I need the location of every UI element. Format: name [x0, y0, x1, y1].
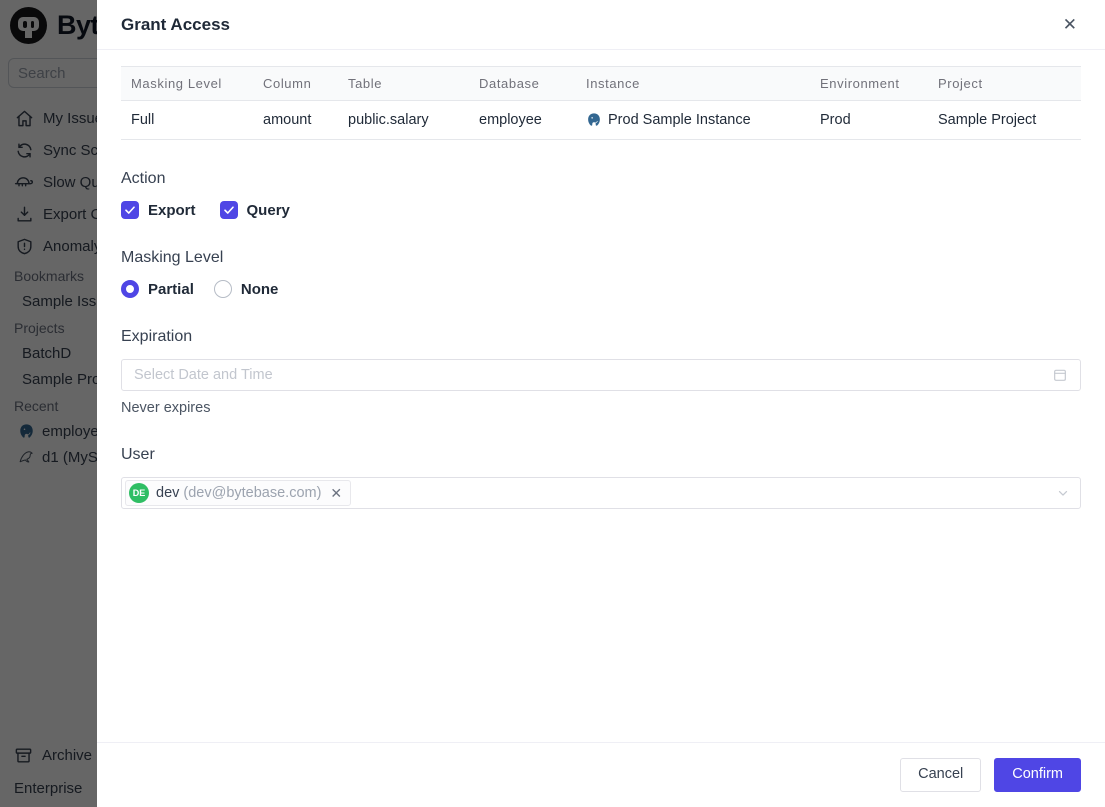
close-icon[interactable]: ✕ — [1063, 16, 1077, 33]
user-tag: DE dev (dev@bytebase.com) ✕ — [125, 480, 352, 506]
column-header-masking-level: Masking Level — [121, 66, 253, 101]
radio-unselected-icon — [213, 280, 232, 298]
grant-access-modal: Grant Access ✕ Masking Level Column Tabl… — [97, 0, 1105, 807]
export-checkbox[interactable]: Export — [121, 201, 196, 219]
avatar: DE — [129, 483, 149, 503]
column-header-environment: Environment — [810, 66, 928, 101]
cell-column: amount — [253, 100, 338, 140]
radio-selected-icon — [121, 280, 139, 298]
cell-database: employee — [469, 100, 576, 140]
instance-name: Prod Sample Instance — [608, 112, 751, 128]
cell-environment: Prod — [810, 100, 928, 140]
column-header-table: Table — [338, 66, 469, 101]
cell-table: public.salary — [338, 100, 469, 140]
table-row: Full amount public.salary employee Prod … — [121, 100, 1081, 140]
user-name: dev — [156, 485, 180, 501]
checkbox-label: Export — [148, 201, 196, 219]
modal-body: Masking Level Column Table Database Inst… — [97, 50, 1105, 742]
radio-label: None — [240, 280, 279, 298]
confirm-button[interactable]: Confirm — [994, 758, 1081, 792]
user-label: User — [121, 446, 155, 463]
partial-radio[interactable]: Partial — [121, 280, 194, 298]
grant-table: Masking Level Column Table Database Inst… — [121, 66, 1081, 140]
remove-user-icon[interactable]: ✕ — [330, 486, 342, 500]
modal-header: Grant Access ✕ — [97, 0, 1105, 50]
table-header-row: Masking Level Column Table Database Inst… — [121, 66, 1081, 101]
masking-level-label: Masking Level — [121, 249, 224, 266]
expiration-helper: Never expires — [121, 400, 211, 416]
action-section: Action Export Query — [121, 170, 1081, 219]
column-header-instance: Instance — [576, 66, 810, 101]
user-select[interactable]: DE dev (dev@bytebase.com) ✕ — [121, 477, 1081, 509]
user-section: User DE dev (dev@bytebase.com) ✕ — [121, 446, 1081, 509]
expiration-label: Expiration — [121, 328, 193, 345]
column-header-project: Project — [928, 66, 1081, 101]
user-email: (dev@bytebase.com) — [183, 485, 322, 501]
cancel-button[interactable]: Cancel — [900, 758, 982, 792]
postgres-icon — [586, 112, 602, 128]
column-header-column: Column — [253, 66, 338, 101]
expiration-date-input[interactable]: Select Date and Time — [121, 359, 1081, 391]
cell-instance: Prod Sample Instance — [576, 100, 810, 140]
chevron-down-icon — [1056, 486, 1070, 500]
date-placeholder: Select Date and Time — [134, 367, 273, 383]
checkbox-checked-icon — [121, 201, 139, 219]
column-header-database: Database — [469, 66, 576, 101]
calendar-icon — [1052, 367, 1068, 383]
query-checkbox[interactable]: Query — [219, 201, 290, 219]
checkbox-checked-icon — [219, 201, 238, 219]
none-radio[interactable]: None — [213, 280, 279, 298]
cell-masking-level: Full — [121, 100, 253, 140]
action-label: Action — [121, 170, 166, 187]
modal-title: Grant Access — [121, 14, 230, 34]
cell-project: Sample Project — [928, 100, 1081, 140]
modal-footer: Cancel Confirm — [97, 742, 1105, 807]
radio-label: Partial — [148, 280, 194, 298]
checkbox-label: Query — [246, 201, 290, 219]
masking-level-section: Masking Level Partial None — [121, 249, 1081, 298]
expiration-section: Expiration Select Date and Time Never ex… — [121, 328, 1081, 416]
